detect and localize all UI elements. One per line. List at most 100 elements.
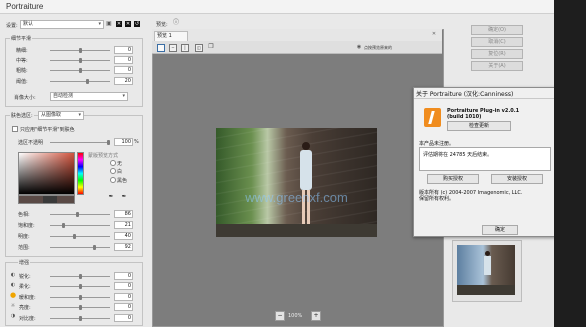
medium-value[interactable]: 0 (114, 56, 133, 64)
coarse-value[interactable]: 0 (114, 66, 133, 74)
delete-preset-icon[interactable]: ✕ (116, 21, 122, 27)
zoom-value: 100% (288, 313, 303, 319)
single-view-icon[interactable] (157, 44, 165, 52)
hue-slider-track[interactable] (50, 214, 110, 215)
skin-only-label: 只应用"细节平滑"到肤色 (20, 127, 75, 133)
skin-mask-title: 肤色选区: (10, 112, 34, 119)
fine-label: 精细: (16, 48, 28, 54)
about-button[interactable]: 关于(A) (471, 61, 523, 71)
latitude-slider-track[interactable] (50, 247, 110, 248)
zoom-in-button[interactable]: + (311, 311, 321, 321)
zoom-out-button[interactable]: − (275, 311, 285, 321)
check-update-button[interactable]: 检查更新 (447, 121, 511, 131)
buy-license-button[interactable]: 购买授权 (427, 174, 479, 184)
warmth-label: 暖和度: (19, 295, 36, 301)
skin-mode-select[interactable]: 从图像取 ▾ (38, 111, 84, 120)
close-preset-icon[interactable]: ✕ (125, 21, 131, 27)
hue-value[interactable]: 86 (114, 210, 133, 218)
hue-slider-thumb[interactable] (76, 212, 79, 217)
contrast-slider-thumb[interactable] (79, 316, 82, 321)
opacity-slider-track[interactable] (50, 142, 110, 143)
portrait-size-value: 自动检测 (53, 93, 74, 99)
install-license-button[interactable]: 安装授权 (491, 174, 543, 184)
fine-value[interactable]: 0 (114, 46, 133, 54)
luminance-slider-thumb[interactable] (73, 234, 76, 239)
chevron-down-icon: ▾ (122, 93, 125, 99)
dialog-ok-button[interactable]: 确定 (482, 225, 518, 235)
split-horizontal-icon[interactable]: ─ (169, 44, 177, 52)
save-icon[interactable]: ▣ (106, 21, 112, 27)
coarse-slider-thumb[interactable] (79, 68, 82, 73)
radio-none-label: 无 (117, 161, 123, 167)
warmth-slider-thumb[interactable] (79, 295, 82, 300)
luminance-value[interactable]: 40 (114, 232, 133, 240)
reset-preset-icon[interactable]: ↺ (134, 21, 140, 27)
radio-black[interactable] (110, 177, 116, 183)
radio-none[interactable] (110, 160, 116, 166)
threshold-slider-thumb[interactable] (86, 79, 89, 84)
color-field[interactable] (18, 152, 75, 195)
sharpness-slider-thumb[interactable] (79, 274, 82, 279)
chevron-down-icon: ▾ (98, 21, 101, 27)
brightness-value[interactable]: 0 (114, 303, 133, 311)
thumb-ground (457, 285, 515, 295)
latitude-label: 范围: (18, 245, 30, 251)
title-bar: Portraiture (0, 0, 554, 14)
sharpness-value[interactable]: 0 (114, 272, 133, 280)
eye-icon: ◉ (356, 44, 362, 50)
open-file-icon[interactable]: ❐ (208, 44, 214, 50)
fine-slider-thumb[interactable] (79, 48, 82, 53)
contrast-label: 对比度: (19, 316, 36, 322)
detail-smoothing-title: 细节平滑 (10, 35, 33, 42)
brightness-slider-thumb[interactable] (79, 305, 82, 310)
photo-figure-head (302, 142, 310, 150)
radio-white-label: 白 (117, 169, 123, 175)
opacity-label: 选区不透明 (18, 140, 44, 146)
eyedropper-add-icon[interactable]: ✒ (121, 194, 127, 200)
threshold-value[interactable]: 20 (114, 77, 133, 85)
cancel-button[interactable]: 取消(C) (471, 37, 523, 47)
threshold-slider-track[interactable] (50, 81, 110, 82)
softness-slider-thumb[interactable] (79, 284, 82, 289)
medium-slider-thumb[interactable] (79, 58, 82, 63)
luminance-slider-track[interactable] (50, 236, 110, 237)
saturation-value[interactable]: 21 (114, 221, 133, 229)
close-tab-icon[interactable]: ✕ (431, 31, 437, 37)
split-vertical-icon[interactable]: │ (181, 44, 189, 52)
latitude-value[interactable]: 92 (114, 243, 133, 251)
enhancements-title: 增强 (18, 259, 31, 266)
background-strip (554, 0, 586, 327)
latitude-slider-thumb[interactable] (93, 245, 96, 250)
threshold-label: 阈值: (16, 79, 28, 85)
saturation-slider-thumb[interactable] (62, 223, 65, 228)
hue-label: 色相: (18, 212, 30, 218)
medium-label: 中等: (16, 58, 28, 64)
softness-value[interactable]: 0 (114, 282, 133, 290)
preset-value: 默认 (23, 21, 34, 27)
luminance-label: 明度: (18, 234, 30, 240)
swatch-marker (43, 196, 57, 203)
split-label: 点按预览原来的 (364, 45, 392, 50)
preview-photo[interactable]: www.greenxf.com (216, 128, 377, 237)
saturation-label: 饱和度: (18, 223, 35, 229)
opacity-slider-thumb[interactable] (107, 140, 110, 145)
original-thumbnail[interactable] (457, 245, 515, 295)
preset-select[interactable]: 默认 ▾ (20, 20, 104, 29)
photo-ground (216, 224, 377, 237)
portrait-size-select[interactable]: 自动检测 ▾ (50, 92, 128, 101)
opacity-value[interactable]: 100 (114, 138, 133, 146)
compare-icon[interactable]: ◫ (195, 44, 203, 52)
product-build: (build 1010) (447, 114, 482, 120)
brightness-label: 亮度: (19, 305, 31, 311)
contrast-value[interactable]: 0 (114, 314, 133, 322)
hue-strip[interactable] (77, 152, 84, 195)
saturation-slider-track[interactable] (50, 225, 110, 226)
skin-only-checkbox[interactable] (12, 126, 18, 132)
radio-white[interactable] (110, 168, 116, 174)
info-icon[interactable]: ⓘ (173, 20, 179, 26)
ok-button[interactable]: 确定(O) (471, 25, 523, 35)
warmth-icon: ● (10, 291, 17, 299)
warmth-value[interactable]: 0 (114, 293, 133, 301)
eyedropper-icon[interactable]: ✒ (108, 194, 114, 200)
reset-button[interactable]: 复位(R) (471, 49, 523, 59)
